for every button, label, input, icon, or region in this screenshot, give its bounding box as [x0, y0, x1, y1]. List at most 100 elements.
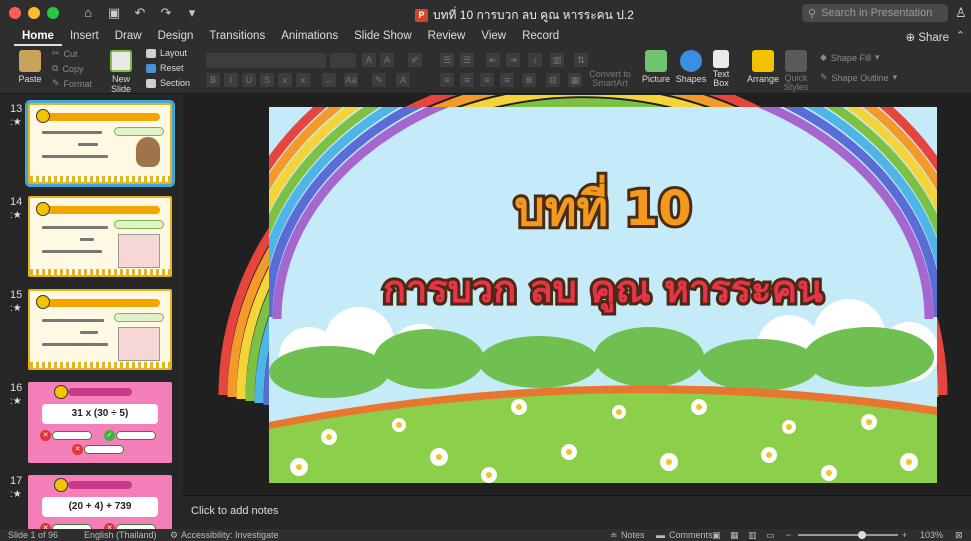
- zoom-slider[interactable]: [798, 534, 898, 536]
- smartart-graphic-icon[interactable]: ▦: [568, 73, 582, 87]
- bold-icon[interactable]: B: [206, 73, 220, 87]
- comments-toggle[interactable]: Comments: [669, 529, 713, 541]
- slide-sorter-icon[interactable]: ▦: [730, 529, 739, 541]
- slide-thumbnail-14[interactable]: [28, 196, 172, 277]
- slide-thumbnail-15[interactable]: [28, 289, 172, 370]
- convert-smartart-button[interactable]: Convert to SmartArt: [588, 70, 632, 88]
- numbering-icon[interactable]: ☰: [460, 53, 474, 67]
- slide-thumbnail-16[interactable]: 31 x (30 ÷ 5) ✕ ✓ ✕: [28, 382, 172, 463]
- justify-icon[interactable]: ≡: [500, 73, 514, 87]
- clear-formatting-icon[interactable]: ✐: [408, 53, 422, 67]
- reading-view-icon[interactable]: ▥: [748, 529, 757, 541]
- layout-button[interactable]: Layout: [146, 48, 187, 58]
- notes-pane[interactable]: Click to add notes: [183, 495, 971, 529]
- subscript-icon[interactable]: x: [296, 73, 310, 87]
- home-icon[interactable]: ⌂: [81, 5, 95, 21]
- close-window-button[interactable]: [9, 7, 21, 19]
- thumb-border-stripe: [30, 176, 170, 182]
- tab-review[interactable]: Review: [420, 26, 474, 46]
- slide-title-line1[interactable]: บทที่ 10: [511, 171, 694, 240]
- current-slide[interactable]: บทที่ 10 การบวก ลบ คูณ หารระคน: [269, 107, 937, 483]
- section-button[interactable]: Section: [146, 78, 190, 88]
- thumb-answer-option: [52, 431, 92, 440]
- notes-placeholder: Click to add notes: [191, 505, 279, 517]
- language-indicator[interactable]: English (Thailand): [84, 529, 157, 541]
- distributed-icon[interactable]: ≣: [522, 73, 536, 87]
- zoom-slider-thumb[interactable]: [858, 531, 866, 539]
- slide-thumbnail-panel[interactable]: 13 :★ 14 :★ 15 :★ 16 :★ 31 x (30 ÷ 5) ✕ …: [0, 95, 182, 529]
- shape-fill-button[interactable]: ◆ Shape Fill ▾: [820, 52, 879, 63]
- cut-button[interactable]: ✂ Cut: [52, 48, 78, 59]
- shape-outline-button[interactable]: ✎ Shape Outline ▾: [820, 72, 897, 83]
- reset-button[interactable]: Reset: [146, 63, 184, 73]
- highlight-icon[interactable]: ✎: [372, 73, 386, 87]
- paste-button[interactable]: Paste: [14, 50, 46, 84]
- columns-icon[interactable]: ▥: [550, 53, 564, 67]
- font-color-icon[interactable]: A: [396, 73, 410, 87]
- shapes-button[interactable]: Shapes: [674, 50, 708, 84]
- quick-styles-button[interactable]: Quick Styles: [782, 50, 810, 92]
- thumb-label: [114, 127, 164, 136]
- accessibility-status[interactable]: Accessibility: Investigate: [181, 529, 279, 541]
- zoom-window-button[interactable]: [47, 7, 59, 19]
- slideshow-view-icon[interactable]: ▭: [766, 529, 775, 541]
- slide-thumbnail-17[interactable]: (20 + 4) + 739 ✕ ✕: [28, 475, 172, 529]
- redo-icon[interactable]: ↷: [159, 5, 173, 21]
- shrink-font-icon[interactable]: A: [380, 53, 394, 67]
- new-slide-button[interactable]: New Slide: [104, 50, 138, 94]
- tab-draw[interactable]: Draw: [107, 26, 150, 46]
- superscript-icon[interactable]: x: [278, 73, 292, 87]
- normal-view-icon[interactable]: ▣: [712, 529, 721, 541]
- font-name-box[interactable]: [206, 53, 326, 68]
- zoom-in-icon[interactable]: +: [902, 529, 907, 541]
- align-right-icon[interactable]: ≡: [480, 73, 494, 87]
- bullets-icon[interactable]: ☰: [440, 53, 454, 67]
- tab-view[interactable]: View: [473, 26, 514, 46]
- picture-button[interactable]: Picture: [640, 50, 672, 84]
- slide-number: 15: [10, 289, 23, 301]
- italic-icon[interactable]: I: [224, 73, 238, 87]
- decrease-indent-icon[interactable]: ⇤: [486, 53, 500, 67]
- fit-slide-icon[interactable]: ⊠: [955, 529, 963, 541]
- zoom-level[interactable]: 103%: [920, 529, 943, 541]
- align-left-icon[interactable]: ≡: [440, 73, 454, 87]
- line-spacing-icon[interactable]: ↕: [528, 53, 542, 67]
- tab-slide-show[interactable]: Slide Show: [346, 26, 420, 46]
- tab-transitions[interactable]: Transitions: [201, 26, 273, 46]
- arrange-icon: [752, 50, 774, 72]
- tab-home[interactable]: Home: [14, 26, 62, 46]
- change-case-icon[interactable]: Aa: [344, 73, 358, 87]
- text-direction-icon[interactable]: ⇅: [574, 53, 588, 67]
- copy-button[interactable]: ⧉ Copy: [52, 63, 83, 74]
- character-spacing-icon[interactable]: ↔: [322, 73, 336, 87]
- slide-thumbnail-13[interactable]: [25, 100, 175, 187]
- pen-icon: ✎: [820, 72, 828, 82]
- tab-design[interactable]: Design: [150, 26, 202, 46]
- tab-record[interactable]: Record: [514, 26, 567, 46]
- align-text-icon[interactable]: ⊟: [546, 73, 560, 87]
- text-box-button[interactable]: Text Box: [710, 50, 732, 88]
- strikethrough-icon[interactable]: S: [260, 73, 274, 87]
- format-painter-button[interactable]: ✎ Format: [52, 78, 92, 89]
- minimize-window-button[interactable]: [28, 7, 40, 19]
- notes-toggle[interactable]: Notes: [621, 529, 645, 541]
- underline-icon[interactable]: U: [242, 73, 256, 87]
- slide-title-line2[interactable]: การบวก ลบ คูณ หารระคน: [380, 264, 826, 316]
- undo-icon[interactable]: ↶: [133, 5, 147, 21]
- add-user-icon[interactable]: ♙: [955, 5, 967, 21]
- search-input[interactable]: ⚲ Search in Presentation: [802, 4, 948, 22]
- thumb-label: [114, 313, 164, 322]
- grow-font-icon[interactable]: A: [362, 53, 376, 67]
- collapse-ribbon-icon[interactable]: ⌃: [956, 29, 965, 42]
- arrange-button[interactable]: Arrange: [744, 50, 782, 84]
- increase-indent-icon[interactable]: ⇥: [506, 53, 520, 67]
- tab-animations[interactable]: Animations: [273, 26, 346, 46]
- tab-insert[interactable]: Insert: [62, 26, 107, 46]
- slide-number: 16: [10, 382, 23, 394]
- customize-toolbar-icon[interactable]: ▾: [185, 5, 199, 21]
- align-center-icon[interactable]: ≡: [460, 73, 474, 87]
- save-icon[interactable]: ▣: [107, 5, 121, 21]
- font-size-box[interactable]: [330, 53, 356, 68]
- zoom-out-icon[interactable]: −: [786, 529, 791, 541]
- share-button[interactable]: ⊕ Share: [905, 30, 949, 44]
